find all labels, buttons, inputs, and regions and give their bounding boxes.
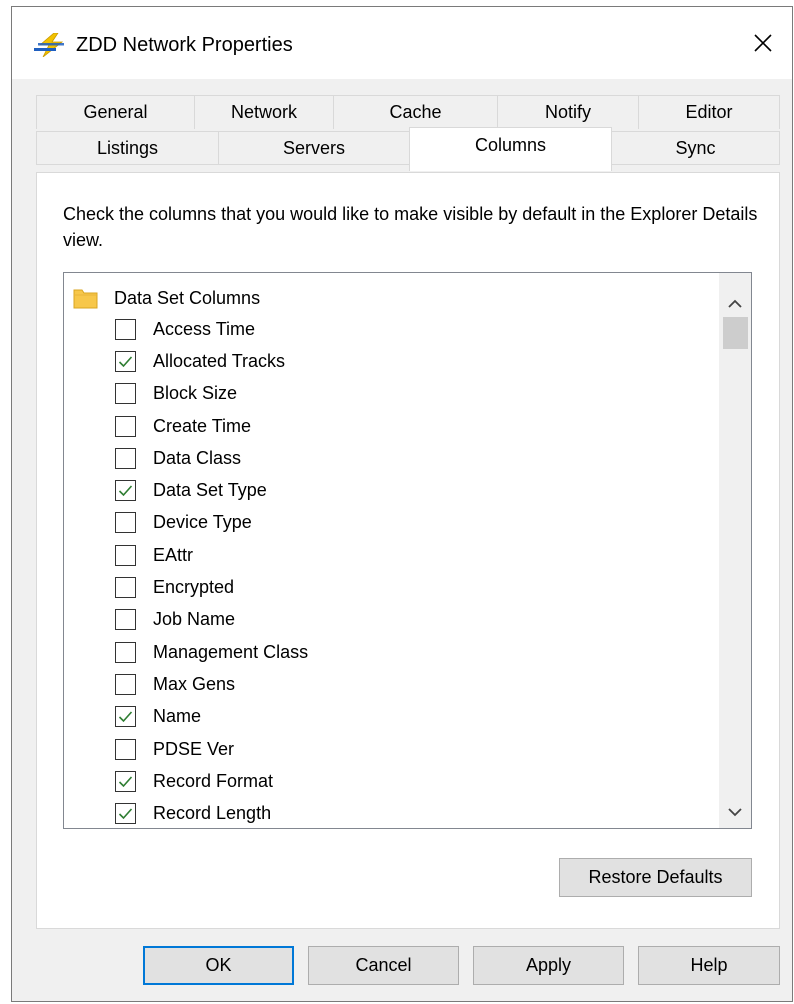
checkbox[interactable] [115,512,136,534]
tab-cache[interactable]: Cache [333,95,498,129]
folder-icon [73,289,98,309]
tab-sync[interactable]: Sync [611,131,780,165]
checkmark-icon [118,808,133,820]
checkbox[interactable] [115,318,136,340]
checkbox[interactable] [115,673,136,695]
checkbox[interactable] [115,738,136,760]
column-checkbox-item[interactable]: Data Class [115,442,308,474]
checkbox[interactable] [115,544,136,566]
columns-tab-panel: Check the columns that you would like to… [36,172,780,929]
tab-columns[interactable]: Columns [409,127,612,171]
tab-listings[interactable]: Listings [36,131,219,165]
checkbox[interactable] [115,415,136,437]
tab-servers[interactable]: Servers [218,131,410,165]
restore-defaults-button[interactable]: Restore Defaults [559,858,752,897]
close-button[interactable] [734,7,792,79]
checkbox[interactable] [115,480,136,502]
scroll-up-button[interactable] [719,287,751,319]
column-checklist: Access Time Allocated Tracks Block Size Cre… [115,313,308,828]
tab-editor[interactable]: Editor [638,95,780,129]
column-checkbox-item[interactable]: Block Size [115,378,308,410]
column-label: Block Size [153,383,238,404]
checkbox[interactable] [115,770,136,792]
properties-dialog: ZDD Network Properties General Network C… [11,6,793,1002]
tab-general[interactable]: General [36,95,195,129]
tree-root-label: Data Set Columns [114,287,261,308]
column-label: Name [153,706,202,727]
checkbox[interactable] [115,383,136,405]
column-label: PDSE Ver [153,738,235,759]
column-checkbox-item[interactable]: Name [115,701,308,733]
window-title: ZDD Network Properties [76,34,293,56]
column-checkbox-item[interactable]: Data Set Type [115,474,308,506]
column-checkbox-item[interactable]: Create Time [115,410,308,442]
column-label: Encrypted [153,577,235,598]
chevron-up-icon [728,299,742,308]
column-label: Data Class [153,447,242,468]
chevron-down-icon [728,807,742,816]
column-checkbox-item[interactable]: Encrypted [115,571,308,603]
close-icon [754,34,772,52]
column-label: Allocated Tracks [153,350,286,371]
column-label: Max Gens [153,673,236,694]
checkbox[interactable] [115,350,136,372]
checkmark-icon [118,711,133,723]
column-checkbox-item[interactable]: PDSE Ver [115,733,308,765]
title-bar[interactable]: ZDD Network Properties [12,7,792,79]
tab-network[interactable]: Network [194,95,334,129]
checkbox[interactable] [115,803,136,825]
column-label: Job Name [153,609,236,630]
tab-notify[interactable]: Notify [497,95,639,129]
vertical-scrollbar[interactable] [719,273,751,828]
lightning-app-icon [34,33,64,57]
column-checkbox-item[interactable]: Allocated Tracks [115,345,308,377]
column-label: Record Format [153,770,274,791]
column-label: Create Time [153,415,252,436]
cancel-button[interactable]: Cancel [308,946,459,985]
tree-root-item[interactable]: Data Set Columns [73,283,260,313]
column-checkbox-item[interactable]: Record Length [115,797,308,828]
help-button[interactable]: Help [638,946,780,985]
column-checkbox-item[interactable]: Job Name [115,604,308,636]
checkmark-icon [118,776,133,787]
checkmark-icon [118,485,133,497]
column-checkbox-item[interactable]: Device Type [115,507,308,539]
scroll-thumb[interactable] [723,317,748,349]
column-checkbox-item[interactable]: Record Format [115,765,308,797]
checkmark-icon [118,356,133,368]
column-label: Management Class [153,641,309,662]
apply-button[interactable]: Apply [473,946,624,985]
checkbox[interactable] [115,706,136,728]
column-checkbox-item[interactable]: Management Class [115,636,308,668]
ok-button[interactable]: OK [143,946,294,985]
column-checkbox-item[interactable]: Access Time [115,313,308,345]
checkbox[interactable] [115,447,136,469]
column-label: Data Set Type [153,480,267,501]
column-label: Record Length [153,803,272,824]
checkbox[interactable] [115,609,136,631]
checkbox[interactable] [115,641,136,663]
scroll-down-button[interactable] [719,796,751,828]
column-checkbox-item[interactable]: Max Gens [115,668,308,700]
column-label: EAttr [153,544,194,565]
column-label: Access Time [153,318,256,339]
instructions-text: Check the columns that you would like to… [63,204,758,250]
column-label: Device Type [153,512,252,533]
checkbox[interactable] [115,577,136,599]
columns-tree: Data Set Columns Access Time Allocated Tr… [63,272,752,829]
column-checkbox-item[interactable]: EAttr [115,539,308,571]
